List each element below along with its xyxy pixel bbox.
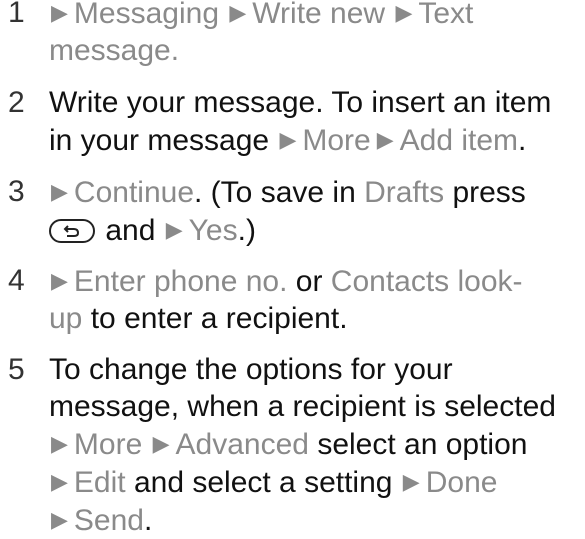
step-text: . (To save in [194,176,365,209]
step-line: ▶ More ▶ Advanced select an option [49,425,579,463]
menu-item-contacts-lookup: Contacts look- [330,265,523,298]
step-line: ▶ Edit and select a setting ▶ Done [49,463,579,501]
menu-item-text: Text [418,0,474,30]
step-text: and [97,214,164,247]
right-triangle-icon: ▶ [51,431,68,456]
step-number: 3 [8,175,25,208]
step-body: ▶ Messaging ▶ Write new ▶ Text message. [49,0,579,69]
step-number: 2 [8,86,25,119]
right-triangle-icon: ▶ [165,217,183,242]
step-body: ▶ Enter phone no. or Contacts look- up to… [49,262,579,337]
menu-item-more: More [73,428,143,461]
menu-item-add-item: Add item [399,124,519,157]
menu-item-more: More [302,124,371,157]
menu-item-enter-phone: Enter phone no. [73,265,288,298]
step-number: 1 [8,0,25,29]
right-triangle-icon: ▶ [402,469,420,494]
step-text: select an option [308,428,528,461]
step-body: Write your message. To insert an item in… [49,84,579,159]
right-triangle-icon: ▶ [279,127,297,152]
step-number: 5 [8,353,25,386]
step-line: ▶ Continue. (To save in Drafts press [49,173,579,211]
step-line: To change the options for your [49,353,453,386]
step-line: and ▶ Yes.) [49,211,579,249]
menu-item-continue: Continue [73,176,195,209]
right-triangle-icon: ▶ [51,0,68,25]
step-body: ▶ Continue. (To save in Drafts press and … [49,173,579,249]
right-triangle-icon: ▶ [395,0,413,25]
step-text: in your message [49,124,270,157]
step-line: ▶ Send. [49,501,579,539]
step-body: To change the options for your message, … [49,351,579,539]
right-triangle-icon: ▶ [51,268,68,293]
right-triangle-icon: ▶ [152,431,170,456]
step-text: . [518,124,527,157]
menu-item-messaging: Messaging [73,0,219,30]
menu-item-send: Send [73,504,144,537]
instruction-page: 1 ▶ Messaging ▶ Write new ▶ Text message. 2… [0,0,585,537]
menu-item-lookup-end: up [49,302,83,335]
step-line: ▶ Enter phone no. or Contacts look- [49,262,579,300]
step-line: ▶ Messaging ▶ Write new ▶ Text [49,0,579,32]
right-triangle-icon: ▶ [376,127,394,152]
step-text: . [144,504,153,537]
menu-item-advanced: Advanced [175,428,309,461]
step-text: or [287,265,331,298]
menu-item-message: message. [49,34,180,67]
menu-item-done: Done [425,466,498,499]
right-triangle-icon: ▶ [229,0,247,25]
back-key-icon [49,219,95,243]
step-line: Write your message. To insert an item [49,86,552,119]
step-text: press [444,176,526,209]
step-line: in your message ▶ More ▶ Add item. [49,121,579,159]
right-triangle-icon: ▶ [51,179,68,204]
step-text: .) [237,214,256,247]
menu-item-write-new: Write new [252,0,386,30]
step-number: 4 [8,264,25,297]
menu-item-edit: Edit [73,466,126,499]
right-triangle-icon: ▶ [51,507,68,532]
step-text: and select a setting [125,466,401,499]
menu-item-drafts: Drafts [364,176,445,209]
step-text: to enter a recipient. [82,302,348,335]
right-triangle-icon: ▶ [51,469,68,494]
step-line: up to enter a recipient. [49,300,579,337]
step-line: message, when a recipient is selected [49,390,556,423]
menu-item-yes: Yes [188,214,238,247]
